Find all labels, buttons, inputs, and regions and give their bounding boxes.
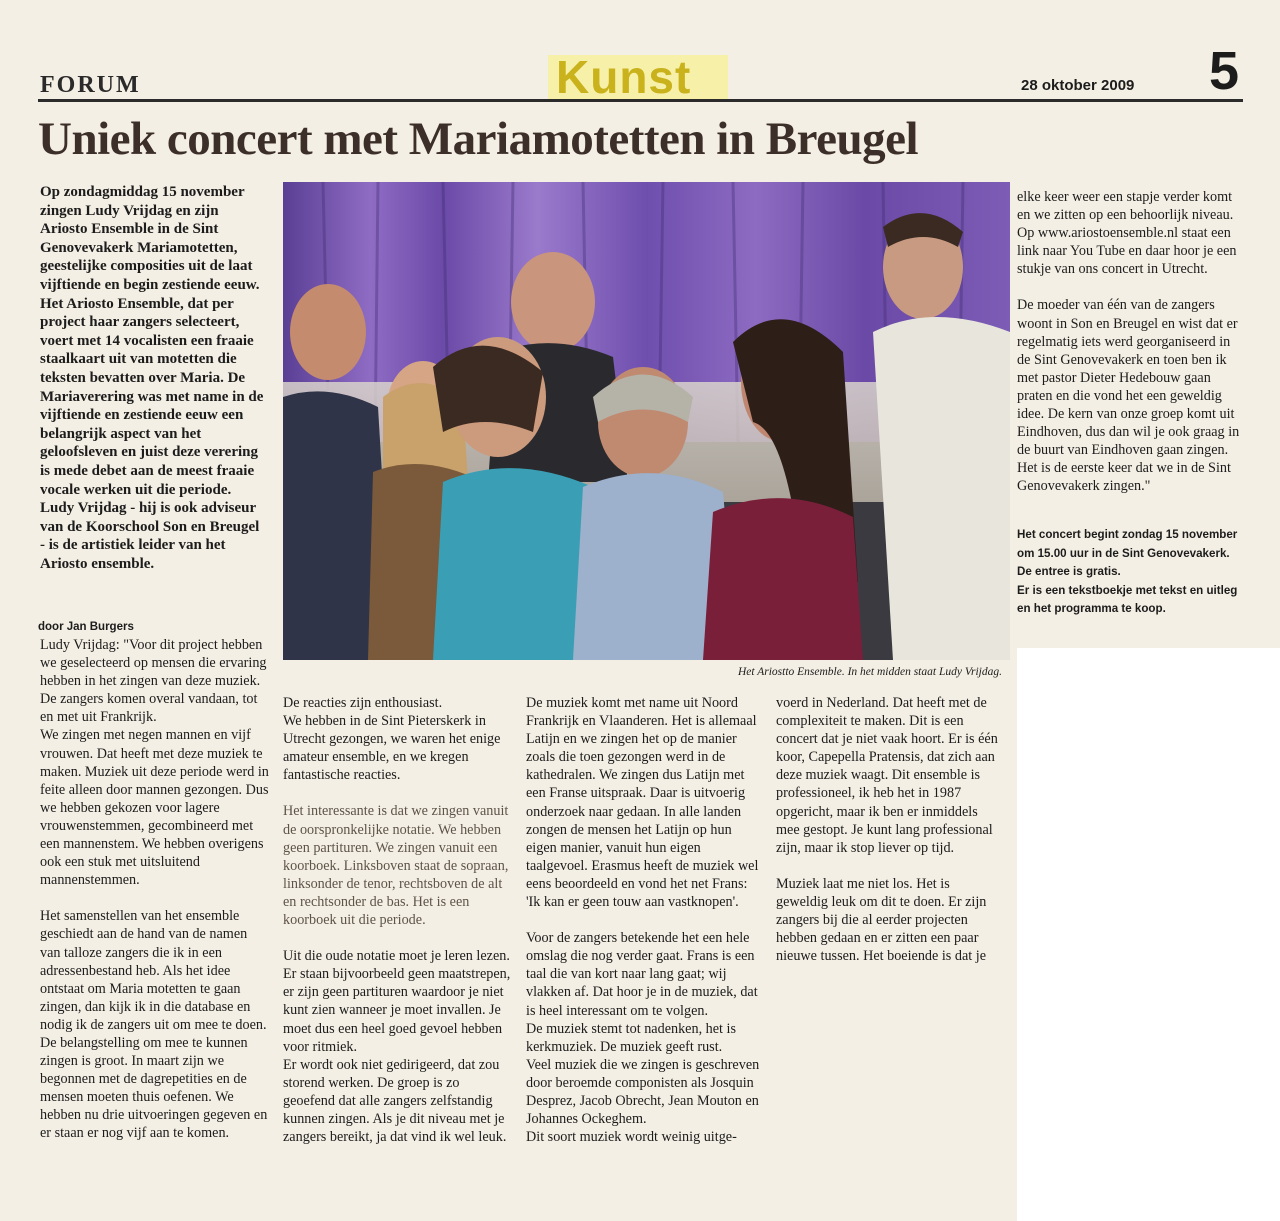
paragraph: Er wordt ook niet gedirigeerd, dat zou s… [283,1056,507,1146]
paragraph: Voor de zangers betekende het een hele o… [526,930,758,1019]
entry-fee: De entree is gratis. [1017,565,1121,578]
article-column-1: Ludy Vrijdag: "Voor dit project hebben w… [40,636,269,1143]
paragraph: voerd in Nederland. Dat heeft met de com… [776,695,998,856]
paragraph: Het samenstellen van het ensemble geschi… [40,908,267,1033]
paragraph: De belangstelling om mee te kunnen zinge… [40,1034,268,1142]
paragraph: Dit soort muziek wordt weinig uitge- [526,1129,737,1146]
paragraph: Muziek laat me niet los. Het is geweldig… [776,875,987,965]
issue-date: 28 oktober 2009 [1021,77,1135,94]
booklet-note: Er is een tekstboekje met tekst en uitle… [1017,583,1238,616]
paragraph: De moeder van één van de zangers woont i… [1017,297,1240,495]
section-title: Kunst [556,51,692,103]
article-intro: Op zondagmiddag 15 november zingen Ludy … [40,183,268,573]
paragraph: Uit die oude notatie moet je leren lezen… [283,948,511,1055]
paragraph: Het interessante is dat we zingen vanuit… [283,803,509,929]
header-rule [38,99,1243,102]
ensemble-photo [283,182,1010,660]
paragraph: De muziek stemt tot nadenken, het is ker… [526,1020,736,1055]
article-column-3: De muziek komt met name uit Noord Frankr… [526,694,764,1146]
newspaper-brand: FORUM [40,72,141,98]
intro-paragraph: Op zondagmiddag 15 november zingen Ludy … [40,184,264,572]
concert-info-box: Het concert begint zondag 15 november om… [1017,526,1243,619]
paragraph: De muziek komt met name uit Noord Frankr… [526,695,759,911]
byline: door Jan Burgers [38,621,134,633]
page-number: 5 [1209,41,1240,101]
photo-caption: Het Ariostto Ensemble. In het midden sta… [737,666,1002,678]
article-headline: Uniek concert met Mariamotetten in Breug… [38,113,919,165]
paragraph: De reacties zijn enthousiast. [283,695,443,711]
paragraph: elke keer weer een stapje verder komt en… [1017,189,1237,278]
concert-time: Het concert begint zondag 15 november om… [1017,528,1238,560]
paragraph: Ludy Vrijdag: "Voor dit project hebben w… [40,637,267,726]
paragraph: Veel muziek die we zingen is geschreven … [526,1056,760,1128]
article-column-2: De reacties zijn enthousiast. We hebben … [283,694,511,1146]
article-column-4: voerd in Nederland. Dat heeft met de com… [776,694,1002,965]
paragraph: We hebben in de Sint Pieterskerk in Utre… [283,713,501,784]
article-column-5: elke keer weer een stapje verder komt en… [1017,188,1243,496]
paragraph: We zingen met negen mannen en vijf vrouw… [40,727,269,889]
